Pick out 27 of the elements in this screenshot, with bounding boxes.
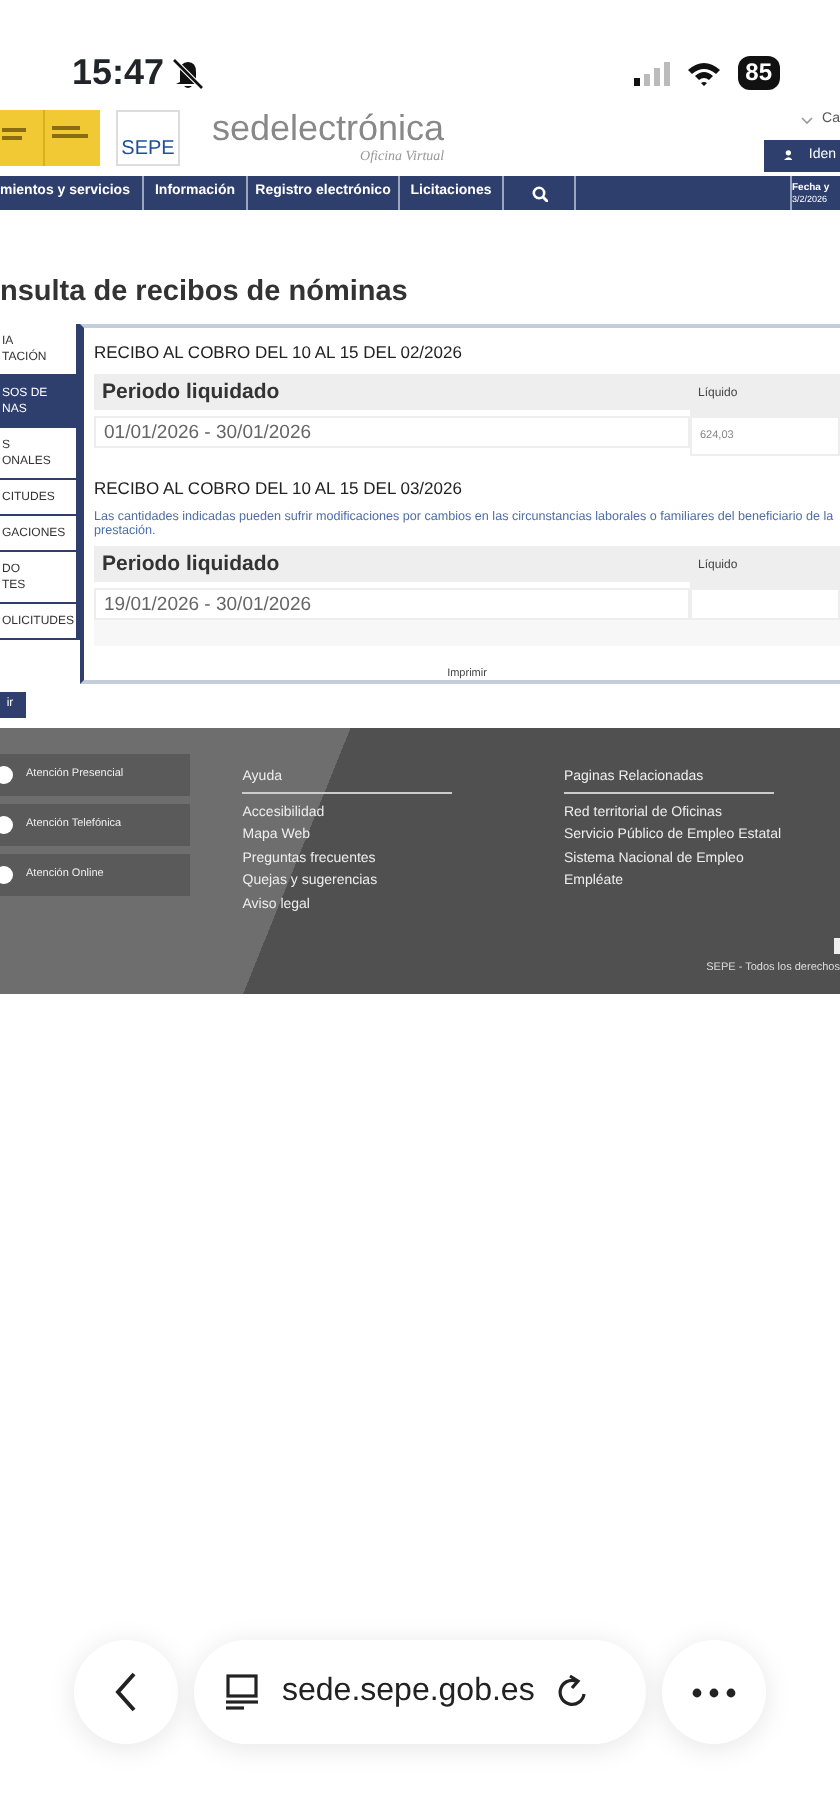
brand-name: sedelectrónica: [212, 110, 445, 146]
table-cell: 01/01/2026 - 30/01/2026: [94, 415, 690, 448]
address-bar[interactable]: sede.sepe.gob.es: [194, 1640, 646, 1744]
government-logo: [0, 110, 100, 166]
contact-icon: [0, 866, 14, 884]
receipt-title: RECIBO AL COBRO DEL 10 AL 15 DEL 02/2026: [94, 340, 464, 366]
clock: 15:47: [72, 50, 165, 96]
signal-icon: [633, 61, 670, 85]
contact-icon: [0, 766, 14, 784]
muted-bell-icon: [172, 57, 205, 89]
sepe-logo: SEPE: [116, 110, 180, 166]
contact-icon: [0, 816, 14, 834]
page-title: nsulta de recibos de nóminas: [0, 274, 410, 312]
user-icon: [784, 148, 793, 163]
footer-mark: [834, 938, 840, 954]
table-cell: 19/01/2026 - 30/01/2026: [94, 587, 690, 620]
column-header: Periodo liquidado: [94, 545, 690, 582]
chevron-icon[interactable]: [800, 115, 815, 126]
url-text: sede.sepe.gob.es: [282, 1672, 535, 1712]
wifi-icon: [685, 60, 722, 86]
search-icon[interactable]: [531, 185, 547, 201]
more-icon: [692, 1687, 736, 1697]
tab-icon[interactable]: [226, 1674, 258, 1710]
receipt-title: RECIBO AL COBRO DEL 10 AL 15 DEL 03/2026: [94, 476, 464, 502]
column-header: Periodo liquidado: [94, 373, 690, 410]
back-icon: [114, 1670, 138, 1714]
battery-level: 85: [737, 56, 780, 90]
